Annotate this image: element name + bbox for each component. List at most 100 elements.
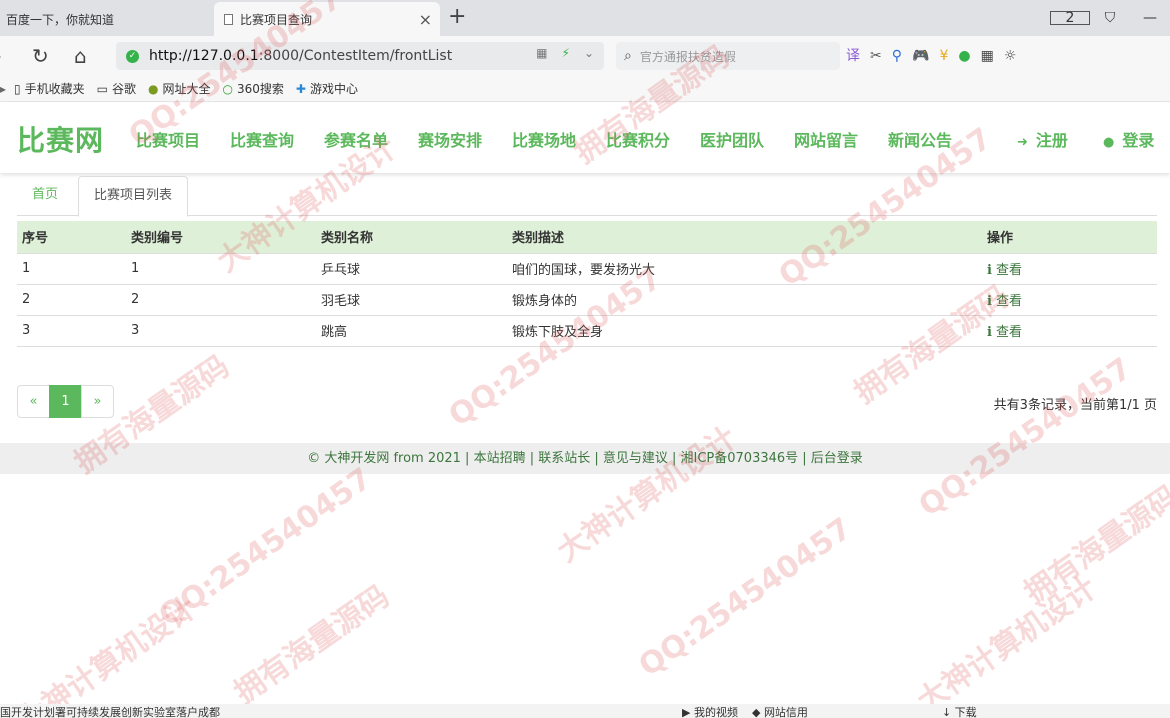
col-header: 类别编号: [126, 221, 316, 253]
game-icon: ✚: [295, 81, 306, 96]
cell-code: 2: [126, 283, 316, 315]
table-row: 3 3 跳高 锻炼下肢及全身 i 查看: [17, 314, 1157, 347]
close-icon[interactable]: ×: [419, 10, 432, 29]
register-link[interactable]: ➜ 注册: [1017, 127, 1068, 151]
info-icon: i: [987, 263, 992, 278]
view-link[interactable]: i 查看: [987, 294, 1022, 309]
security-shield-icon: ✓: [126, 49, 139, 63]
col-header: 类别名称: [316, 221, 507, 253]
nav-participants[interactable]: 参赛名单: [324, 127, 388, 151]
info-icon: i: [987, 325, 992, 340]
translate-icon[interactable]: 译: [846, 46, 860, 66]
news-ticker[interactable]: 国开发计划署可持续发展创新实验室落户成都: [0, 704, 220, 718]
col-header: 类别描述: [507, 221, 982, 253]
url-field[interactable]: ✓ http://127.0.0.1:8000/ContestItem/fron…: [116, 42, 604, 70]
cell-name: 羽毛球: [316, 283, 507, 315]
contest-items-table: 序号 类别编号 类别名称 类别描述 操作 1 1 乒乓球 咱们的国球，要发扬光大…: [17, 221, 1157, 347]
browser-tab-bar: 百度一下，你就知道 比赛项目查询 × + 2 ⛉ —: [0, 0, 1170, 36]
next-page-button[interactable]: »: [81, 385, 114, 418]
site-credit-button[interactable]: ◆ 网站信用: [752, 704, 808, 718]
watermark: 大神计算机设计: [550, 420, 744, 570]
cell-name: 乒乓球: [316, 252, 507, 284]
table-row: 1 1 乒乓球 咱们的国球，要发扬光大 i 查看: [17, 252, 1157, 284]
cell-desc: 咱们的国球，要发扬光大: [507, 252, 982, 284]
col-header: 序号: [17, 221, 126, 253]
nav-contest-query[interactable]: 比赛查询: [230, 127, 294, 151]
table-header-row: 序号 类别编号 类别名称 类别描述 操作: [17, 221, 1157, 253]
my-video-button[interactable]: ▶ 我的视频: [682, 704, 738, 718]
search-360-icon: ○: [222, 81, 233, 96]
nav-venues[interactable]: 比赛场地: [512, 127, 576, 151]
nav-contest-items[interactable]: 比赛项目: [136, 127, 200, 151]
breadcrumb: 首页 比赛项目列表: [17, 176, 1157, 217]
bookmark-item[interactable]: ✚ 游戏中心: [296, 80, 358, 97]
cell-desc: 锻炼身体的: [507, 283, 982, 315]
download-button[interactable]: ↓ 下载: [942, 704, 977, 718]
watermark: 拥有海量源码: [228, 578, 396, 711]
phone-icon: ▯: [14, 81, 21, 96]
cell-code: 1: [126, 252, 316, 284]
watermark: QQ:254540457: [912, 351, 1139, 524]
tab-home[interactable]: 首页: [17, 176, 73, 216]
site-header: 比赛网 比赛项目 比赛查询 参赛名单 赛场安排 比赛场地 比赛积分 医护团队 网…: [0, 103, 1170, 173]
nav-scores[interactable]: 比赛积分: [606, 127, 670, 151]
coin-icon[interactable]: ¥: [939, 46, 948, 66]
new-tab-icon[interactable]: +: [448, 5, 466, 29]
tab-title: 百度一下，你就知道: [6, 12, 115, 27]
search-input[interactable]: ⌕ 官方通报扶贫造假: [616, 42, 840, 70]
magnifier-icon[interactable]: ⚲: [892, 46, 902, 66]
bookmarks-bar: ▸ ▯ 手机收藏夹 ▭ 谷歌 ● 网址大全 ○ 360搜索 ✚ 游戏中心: [0, 76, 1170, 102]
home-icon[interactable]: ⌂: [74, 44, 87, 68]
minimize-icon[interactable]: —: [1130, 10, 1170, 26]
cell-no: 1: [17, 252, 126, 284]
tab-title: 比赛项目查询: [240, 12, 313, 27]
cell-action: i 查看: [982, 283, 1157, 315]
caret-icon[interactable]: ▸: [0, 82, 6, 96]
nav-messages[interactable]: 网站留言: [794, 127, 858, 151]
bookmark-item[interactable]: ▯ 手机收藏夹: [14, 80, 85, 97]
cell-name: 跳高: [316, 314, 507, 347]
cell-action: i 查看: [982, 252, 1157, 284]
pagination: « 1 »: [17, 385, 114, 418]
cell-desc: 锻炼下肢及全身: [507, 314, 982, 347]
site-logo[interactable]: 比赛网: [17, 119, 104, 159]
tab-contest-list[interactable]: 比赛项目列表: [78, 176, 189, 217]
nav-medical-team[interactable]: 医护团队: [700, 127, 764, 151]
skin-icon[interactable]: ⛉: [1090, 10, 1130, 26]
watermark: 大神计算机设计: [10, 590, 204, 718]
watermark: QQ:254540457: [152, 461, 379, 634]
cell-no: 2: [17, 283, 126, 315]
login-link[interactable]: ● 登录: [1103, 127, 1154, 151]
nav-schedule[interactable]: 赛场安排: [418, 127, 482, 151]
scissors-icon[interactable]: ✂: [870, 46, 882, 66]
view-link[interactable]: i 查看: [987, 325, 1022, 340]
brightness-icon[interactable]: ☼: [1004, 46, 1017, 66]
gamepad-icon[interactable]: 🎮: [912, 46, 929, 66]
site-footer: © 大神开发网 from 2021 | 本站招聘 | 联系站长 | 意见与建议 …: [0, 443, 1170, 474]
sign-in-icon: ➜: [1017, 135, 1028, 150]
bookmark-item[interactable]: ● 网址大全: [148, 80, 211, 97]
address-toolbar: › ↻ ⌂ ✓ http://127.0.0.1:8000/ContestIte…: [0, 36, 1170, 76]
chevron-down-icon[interactable]: ⌄: [584, 46, 594, 60]
shield-icon: ◆: [751, 706, 764, 718]
forward-icon[interactable]: ›: [0, 44, 2, 68]
browser-status-bar: 国开发计划署可持续发展创新实验室落户成都 ▶ 我的视频 ◆ 网站信用 ↓ 下载: [0, 704, 1170, 718]
extension-icon[interactable]: ●: [958, 46, 970, 66]
apps-grid-icon[interactable]: ▦: [981, 46, 994, 66]
watermark: 拥有海量源码: [1018, 478, 1170, 611]
prev-page-button[interactable]: «: [17, 385, 50, 418]
page-1-button[interactable]: 1: [49, 385, 82, 418]
view-link[interactable]: i 查看: [987, 263, 1022, 278]
browser-tab-active[interactable]: 比赛项目查询 ×: [214, 2, 440, 36]
qr-icon[interactable]: ▦: [536, 46, 547, 60]
bookmark-item[interactable]: ▭ 谷歌: [97, 80, 136, 97]
bookmark-item[interactable]: ○ 360搜索: [223, 80, 284, 97]
bolt-icon[interactable]: ⚡: [562, 46, 570, 60]
reload-icon[interactable]: ↻: [32, 44, 49, 68]
browser-tab-baidu[interactable]: 百度一下，你就知道: [0, 2, 210, 36]
tab-count-button[interactable]: 2: [1050, 10, 1090, 26]
nav-news[interactable]: 新闻公告: [888, 127, 952, 151]
page-icon: [224, 13, 233, 25]
download-icon: ↓: [941, 706, 955, 718]
cell-code: 3: [126, 314, 316, 347]
